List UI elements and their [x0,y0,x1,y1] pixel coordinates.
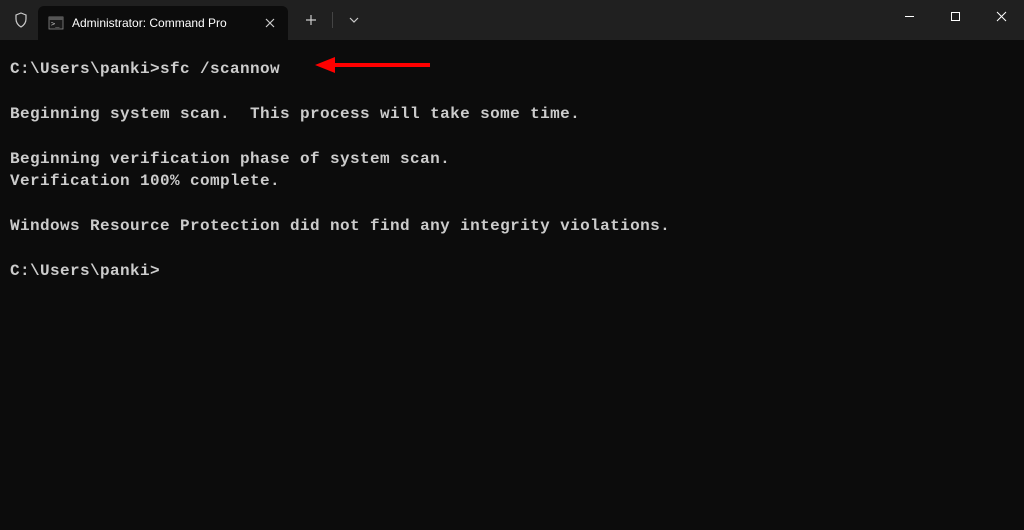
prompt: C:\Users\panki> [10,60,160,78]
tab-actions [296,5,369,35]
tab-title: Administrator: Command Pro [72,16,254,30]
svg-text:>_: >_ [51,20,60,28]
tab-dropdown-button[interactable] [339,5,369,35]
active-tab[interactable]: >_ Administrator: Command Pro [38,6,288,40]
window-controls [886,0,1024,40]
close-window-button[interactable] [978,0,1024,32]
shield-icon [12,11,30,29]
tab-divider [332,12,333,28]
minimize-button[interactable] [886,0,932,32]
command-text: sfc /scannow [160,60,280,78]
output-line: Windows Resource Protection did not find… [10,217,670,235]
prompt: C:\Users\panki> [10,262,160,280]
output-line: Beginning verification phase of system s… [10,150,450,168]
new-tab-button[interactable] [296,5,326,35]
cmd-icon: >_ [48,15,64,31]
maximize-button[interactable] [932,0,978,32]
output-line: Beginning system scan. This process will… [10,105,580,123]
terminal-output[interactable]: C:\Users\panki>sfc /scannow Beginning sy… [0,40,1024,300]
titlebar: >_ Administrator: Command Pro [0,0,1024,40]
close-tab-button[interactable] [262,15,278,31]
output-line: Verification 100% complete. [10,172,280,190]
